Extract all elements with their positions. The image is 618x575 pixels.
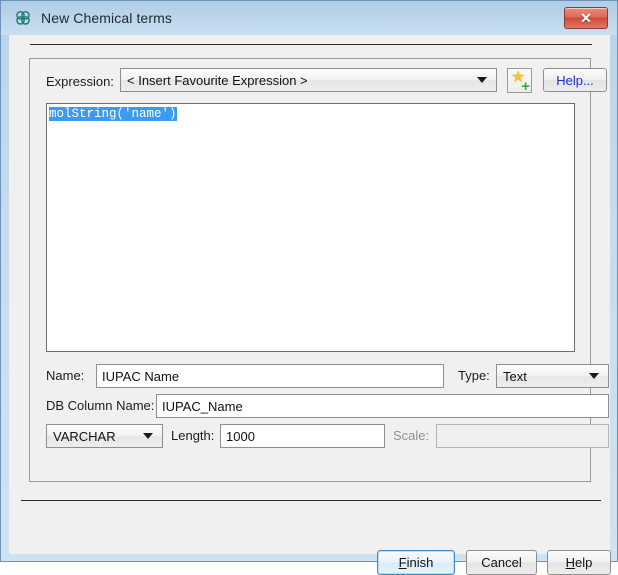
favourite-expression-value: < Insert Favourite Expression > bbox=[127, 72, 308, 88]
type-dropdown[interactable]: Text bbox=[496, 364, 609, 388]
favourite-expression-dropdown[interactable]: < Insert Favourite Expression > bbox=[120, 68, 497, 92]
expression-help-button[interactable]: Help... bbox=[543, 68, 607, 92]
close-icon: ✕ bbox=[580, 10, 592, 26]
help-label-rest: elp bbox=[575, 555, 593, 570]
finish-label-rest: inish bbox=[406, 555, 434, 570]
editor-line: molString('name') bbox=[47, 104, 574, 122]
length-input[interactable]: 1000 bbox=[220, 424, 385, 448]
name-row: Name: IUPAC Name Type: Text bbox=[30, 362, 609, 390]
finish-button[interactable]: Finish bbox=[377, 550, 455, 575]
sql-type-row: VARCHAR Length: 1000 Scale: bbox=[30, 422, 609, 450]
db-column-label: DB Column Name: bbox=[46, 398, 155, 413]
expression-label: Expression: bbox=[46, 74, 114, 89]
length-value: 1000 bbox=[226, 428, 255, 444]
title-bar: New Chemical terms ✕ bbox=[1, 1, 617, 35]
type-label: Type: bbox=[458, 368, 490, 383]
chevron-down-icon bbox=[589, 373, 599, 379]
expression-help-label: Help... bbox=[556, 72, 594, 88]
plus-icon: + bbox=[521, 78, 530, 95]
close-button[interactable]: ✕ bbox=[564, 7, 608, 29]
name-label: Name: bbox=[46, 368, 85, 383]
expression-group-panel: Expression: < Insert Favourite Expressio… bbox=[29, 58, 609, 482]
db-column-row: DB Column Name: IUPAC_Name bbox=[30, 392, 609, 420]
type-value: Text bbox=[503, 368, 527, 384]
button-bar: Finish Cancel Help bbox=[10, 506, 611, 575]
scale-label: Scale: bbox=[393, 428, 430, 443]
expression-row: Expression: < Insert Favourite Expressio… bbox=[30, 59, 607, 103]
cancel-button[interactable]: Cancel bbox=[466, 550, 537, 575]
window-title: New Chemical terms bbox=[41, 10, 172, 26]
help-button[interactable]: Help bbox=[547, 550, 611, 575]
molecule-icon bbox=[14, 9, 32, 27]
sql-type-value: VARCHAR bbox=[53, 428, 116, 444]
cancel-label: Cancel bbox=[481, 555, 522, 570]
name-input[interactable]: IUPAC Name bbox=[96, 364, 444, 388]
db-column-input[interactable]: IUPAC_Name bbox=[156, 394, 609, 418]
chevron-down-icon bbox=[143, 433, 153, 439]
scale-input bbox=[436, 424, 609, 448]
top-divider bbox=[30, 44, 592, 45]
sql-type-dropdown[interactable]: VARCHAR bbox=[46, 424, 163, 448]
editor-selected-text: molString('name') bbox=[49, 107, 177, 121]
finish-mnemonic: F bbox=[398, 555, 407, 570]
chevron-down-icon bbox=[477, 77, 487, 83]
expression-text-editor[interactable]: molString('name') bbox=[46, 103, 575, 352]
db-column-value: IUPAC_Name bbox=[162, 398, 243, 414]
help-mnemonic: H bbox=[565, 555, 576, 570]
add-favourite-button[interactable]: ★ + bbox=[507, 68, 532, 95]
dialog-window: New Chemical terms ✕ Expression: < Inser… bbox=[0, 0, 618, 575]
button-bar-divider bbox=[21, 500, 601, 501]
dialog-client-area: Expression: < Insert Favourite Expressio… bbox=[9, 35, 611, 575]
name-value: IUPAC Name bbox=[102, 368, 180, 384]
length-label: Length: bbox=[171, 428, 215, 443]
